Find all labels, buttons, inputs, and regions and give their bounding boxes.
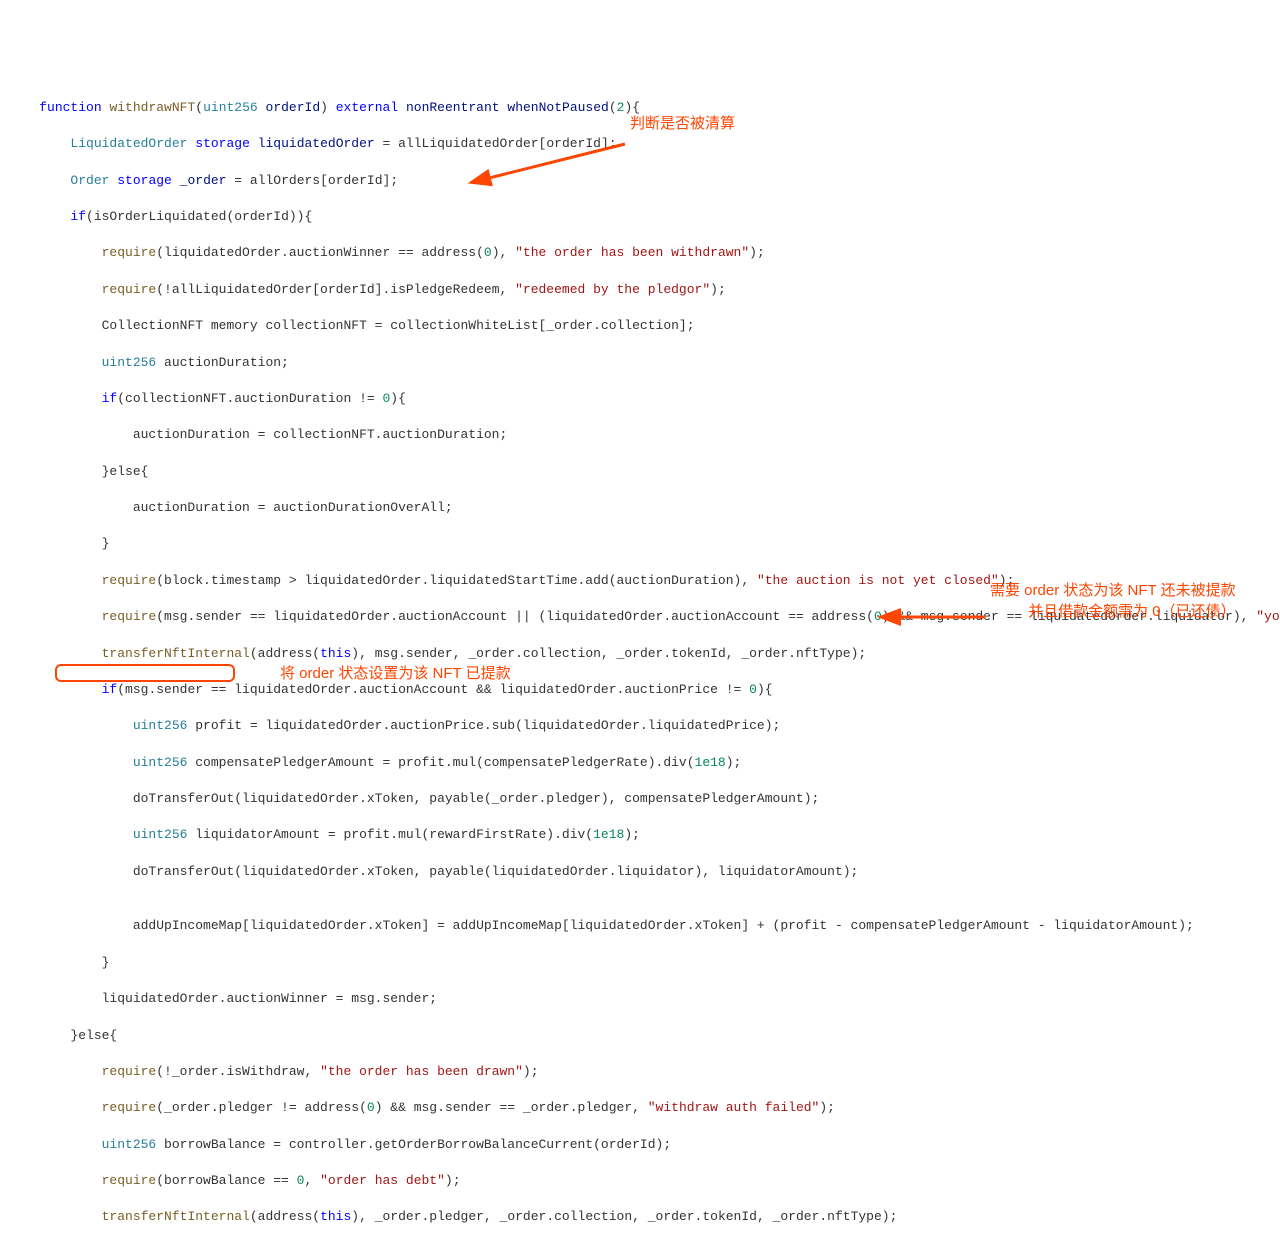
code-line: transferNftInternal(address(this), _orde…: [0, 1208, 1280, 1226]
annotation-line: 并且借款金额需为 0（已还债）: [990, 601, 1236, 622]
code-line: require(!allLiquidatedOrder[orderId].isP…: [0, 281, 1280, 299]
code-line: require(!_order.isWithdraw, "the order h…: [0, 1063, 1280, 1081]
code-line: uint256 liquidatorAmount = profit.mul(re…: [0, 826, 1280, 844]
highlight-box: [55, 664, 235, 682]
code-line: doTransferOut(liquidatedOrder.xToken, pa…: [0, 863, 1280, 881]
code-line: uint256 compensatePledgerAmount = profit…: [0, 754, 1280, 772]
annotation-set-withdrawn: 将 order 状态设置为该 NFT 已提款: [280, 663, 511, 684]
code-line: }: [0, 1245, 1280, 1246]
code-line: require(borrowBalance == 0, "order has d…: [0, 1172, 1280, 1190]
code-line: if(isOrderLiquidated(orderId)){: [0, 208, 1280, 226]
code-line: require(liquidatedOrder.auctionWinner ==…: [0, 244, 1280, 262]
code-line: }else{: [0, 1027, 1280, 1045]
annotation-liquidation-check: 判断是否被清算: [630, 113, 735, 134]
code-line: }else{: [0, 463, 1280, 481]
code-line: require(_order.pledger != address(0) && …: [0, 1099, 1280, 1117]
code-line: addUpIncomeMap[liquidatedOrder.xToken] =…: [0, 917, 1280, 935]
code-line: LiquidatedOrder storage liquidatedOrder …: [0, 135, 1280, 153]
code-line: doTransferOut(liquidatedOrder.xToken, pa…: [0, 790, 1280, 808]
code-line: uint256 profit = liquidatedOrder.auction…: [0, 717, 1280, 735]
code-line: auctionDuration = collectionNFT.auctionD…: [0, 426, 1280, 444]
code-block: function withdrawNFT(uint256 orderId) ex…: [0, 81, 1280, 1246]
code-line: auctionDuration = auctionDurationOverAll…: [0, 499, 1280, 517]
annotation-line: 需要 order 状态为该 NFT 还未被提款: [990, 580, 1236, 601]
code-line: CollectionNFT memory collectionNFT = col…: [0, 317, 1280, 335]
code-line: if(msg.sender == liquidatedOrder.auction…: [0, 681, 1280, 699]
code-line: uint256 auctionDuration;: [0, 354, 1280, 372]
code-line: liquidatedOrder.auctionWinner = msg.send…: [0, 990, 1280, 1008]
code-line: Order storage _order = allOrders[orderId…: [0, 172, 1280, 190]
annotation-order-state-check: 需要 order 状态为该 NFT 还未被提款 并且借款金额需为 0（已还债）: [990, 580, 1236, 622]
code-line: }: [0, 535, 1280, 553]
code-line: transferNftInternal(address(this), msg.s…: [0, 645, 1280, 663]
code-line: }: [0, 954, 1280, 972]
code-line: uint256 borrowBalance = controller.getOr…: [0, 1136, 1280, 1154]
arrow-icon: [480, 121, 630, 205]
code-line: if(collectionNFT.auctionDuration != 0){: [0, 390, 1280, 408]
